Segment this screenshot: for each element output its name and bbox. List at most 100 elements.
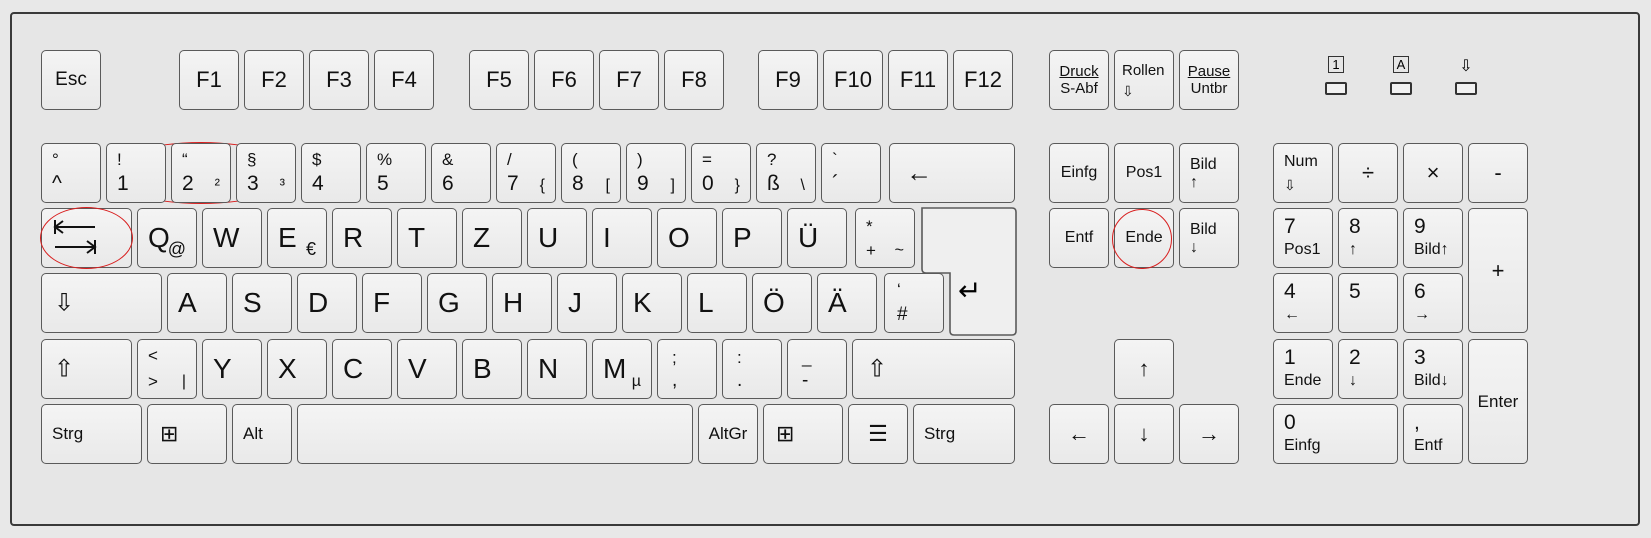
key-punct-2[interactable]: _ -: [787, 339, 847, 399]
key-strg-right[interactable]: Strg: [913, 404, 1015, 464]
key-alt[interactable]: Alt: [232, 404, 292, 464]
key-v[interactable]: V: [397, 339, 457, 399]
key-rollen[interactable]: Rollen ⇩: [1114, 50, 1174, 110]
key-d[interactable]: D: [297, 273, 357, 333]
key-ö[interactable]: Ö: [752, 273, 812, 333]
key-number-row-5[interactable]: % 5: [366, 143, 426, 203]
key-plus[interactable]: * + ~: [855, 208, 915, 268]
key-j[interactable]: J: [557, 273, 617, 333]
key-numpad-decimal[interactable]: , Entf: [1403, 404, 1463, 464]
key-number-row-3[interactable]: § 3 ³: [236, 143, 296, 203]
key-e[interactable]: E €: [267, 208, 327, 268]
key-f8[interactable]: F8: [664, 50, 724, 110]
key-numpad-0[interactable]: 0 Einfg: [1273, 404, 1398, 464]
key-backspace[interactable]: ←: [889, 143, 1015, 203]
key-bild-down[interactable]: Bild ↓: [1179, 208, 1239, 268]
key-q[interactable]: Q @: [137, 208, 197, 268]
key-caps-lock[interactable]: ⇩: [41, 273, 162, 333]
key-number-row-12[interactable]: ` ´: [821, 143, 881, 203]
key-b[interactable]: B: [462, 339, 522, 399]
key-k[interactable]: K: [622, 273, 682, 333]
key-f4[interactable]: F4: [374, 50, 434, 110]
key-f7[interactable]: F7: [599, 50, 659, 110]
key-menu[interactable]: ☰: [848, 404, 908, 464]
key-r[interactable]: R: [332, 208, 392, 268]
key-p[interactable]: P: [722, 208, 782, 268]
key-numpad-9[interactable]: 9 Bild↑: [1403, 208, 1463, 268]
key-ende[interactable]: Ende: [1114, 208, 1174, 268]
key-number-row-11[interactable]: ? ß \: [756, 143, 816, 203]
key-shift-left[interactable]: ⇧: [41, 339, 132, 399]
key-arrow-up[interactable]: ↑: [1114, 339, 1174, 399]
key-windows-right[interactable]: ⊞: [763, 404, 843, 464]
key-n[interactable]: N: [527, 339, 587, 399]
key-s[interactable]: S: [232, 273, 292, 333]
key-strg-left[interactable]: Strg: [41, 404, 142, 464]
key-arrow-left[interactable]: ←: [1049, 404, 1109, 464]
key-altgr[interactable]: AltGr: [698, 404, 758, 464]
key-h[interactable]: H: [492, 273, 552, 333]
key-einfg[interactable]: Einfg: [1049, 143, 1109, 203]
key-number-row-10[interactable]: = 0}: [691, 143, 751, 203]
key-number-row-4[interactable]: $4: [301, 143, 361, 203]
key-f[interactable]: F: [362, 273, 422, 333]
key-numpad-4[interactable]: 4 ←: [1273, 273, 1333, 333]
key-numpad-1[interactable]: 1 Ende: [1273, 339, 1333, 399]
key-f9[interactable]: F9: [758, 50, 818, 110]
key-f5[interactable]: F5: [469, 50, 529, 110]
key-less-than[interactable]: < > |: [137, 339, 197, 399]
key-f3[interactable]: F3: [309, 50, 369, 110]
key-number-row-9[interactable]: ) 9]: [626, 143, 686, 203]
key-ä[interactable]: Ä: [817, 273, 877, 333]
key-arrow-down[interactable]: ↓: [1114, 404, 1174, 464]
key-entf[interactable]: Entf: [1049, 208, 1109, 268]
key-f11[interactable]: F11: [888, 50, 948, 110]
key-t[interactable]: T: [397, 208, 457, 268]
key-number-row-7[interactable]: / 7 {: [496, 143, 556, 203]
key-num-lock[interactable]: Num ⇩: [1273, 143, 1333, 203]
key-punct-1[interactable]: :.: [722, 339, 782, 399]
key-numpad-plus[interactable]: +: [1468, 208, 1528, 333]
key-f12[interactable]: F12: [953, 50, 1013, 110]
key-z[interactable]: Z: [462, 208, 522, 268]
key-numpad-divide[interactable]: ÷: [1338, 143, 1398, 203]
key-ü[interactable]: Ü: [787, 208, 847, 268]
key-w[interactable]: W: [202, 208, 262, 268]
key-number-row-2[interactable]: “ 2 ²: [171, 143, 231, 203]
key-hash[interactable]: ‘ #: [884, 273, 944, 333]
key-numpad-8[interactable]: 8 ↑: [1338, 208, 1398, 268]
key-o[interactable]: O: [657, 208, 717, 268]
key-numpad-minus[interactable]: -: [1468, 143, 1528, 203]
key-number-row-0[interactable]: ° ^: [41, 143, 101, 203]
key-shift-right[interactable]: ⇧: [852, 339, 1015, 399]
key-x[interactable]: X: [267, 339, 327, 399]
key-f1[interactable]: F1: [179, 50, 239, 110]
key-esc[interactable]: Esc: [41, 50, 101, 110]
key-punct-0[interactable]: ;,: [657, 339, 717, 399]
key-numpad-3[interactable]: 3 Bild↓: [1403, 339, 1463, 399]
key-pos1[interactable]: Pos1: [1114, 143, 1174, 203]
key-numpad-7[interactable]: 7 Pos1: [1273, 208, 1333, 268]
key-m[interactable]: Mµ: [592, 339, 652, 399]
key-g[interactable]: G: [427, 273, 487, 333]
key-windows-left[interactable]: ⊞: [147, 404, 227, 464]
key-bild-up[interactable]: Bild ↑: [1179, 143, 1239, 203]
key-space[interactable]: [297, 404, 693, 464]
key-numpad-multiply[interactable]: ×: [1403, 143, 1463, 203]
key-druck[interactable]: Druck S-Abf: [1049, 50, 1109, 110]
key-numpad-6[interactable]: 6 →: [1403, 273, 1463, 333]
key-a[interactable]: A: [167, 273, 227, 333]
key-i[interactable]: I: [592, 208, 652, 268]
key-numpad-5[interactable]: 5: [1338, 273, 1398, 333]
key-u[interactable]: U: [527, 208, 587, 268]
key-pause[interactable]: Pause Untbr: [1179, 50, 1239, 110]
key-f10[interactable]: F10: [823, 50, 883, 110]
key-number-row-6[interactable]: & 6: [431, 143, 491, 203]
key-f2[interactable]: F2: [244, 50, 304, 110]
key-numpad-2[interactable]: 2 ↓: [1338, 339, 1398, 399]
key-tab[interactable]: [41, 208, 132, 268]
key-number-row-1[interactable]: ! 1: [106, 143, 166, 203]
key-c[interactable]: C: [332, 339, 392, 399]
key-f6[interactable]: F6: [534, 50, 594, 110]
key-arrow-right[interactable]: →: [1179, 404, 1239, 464]
